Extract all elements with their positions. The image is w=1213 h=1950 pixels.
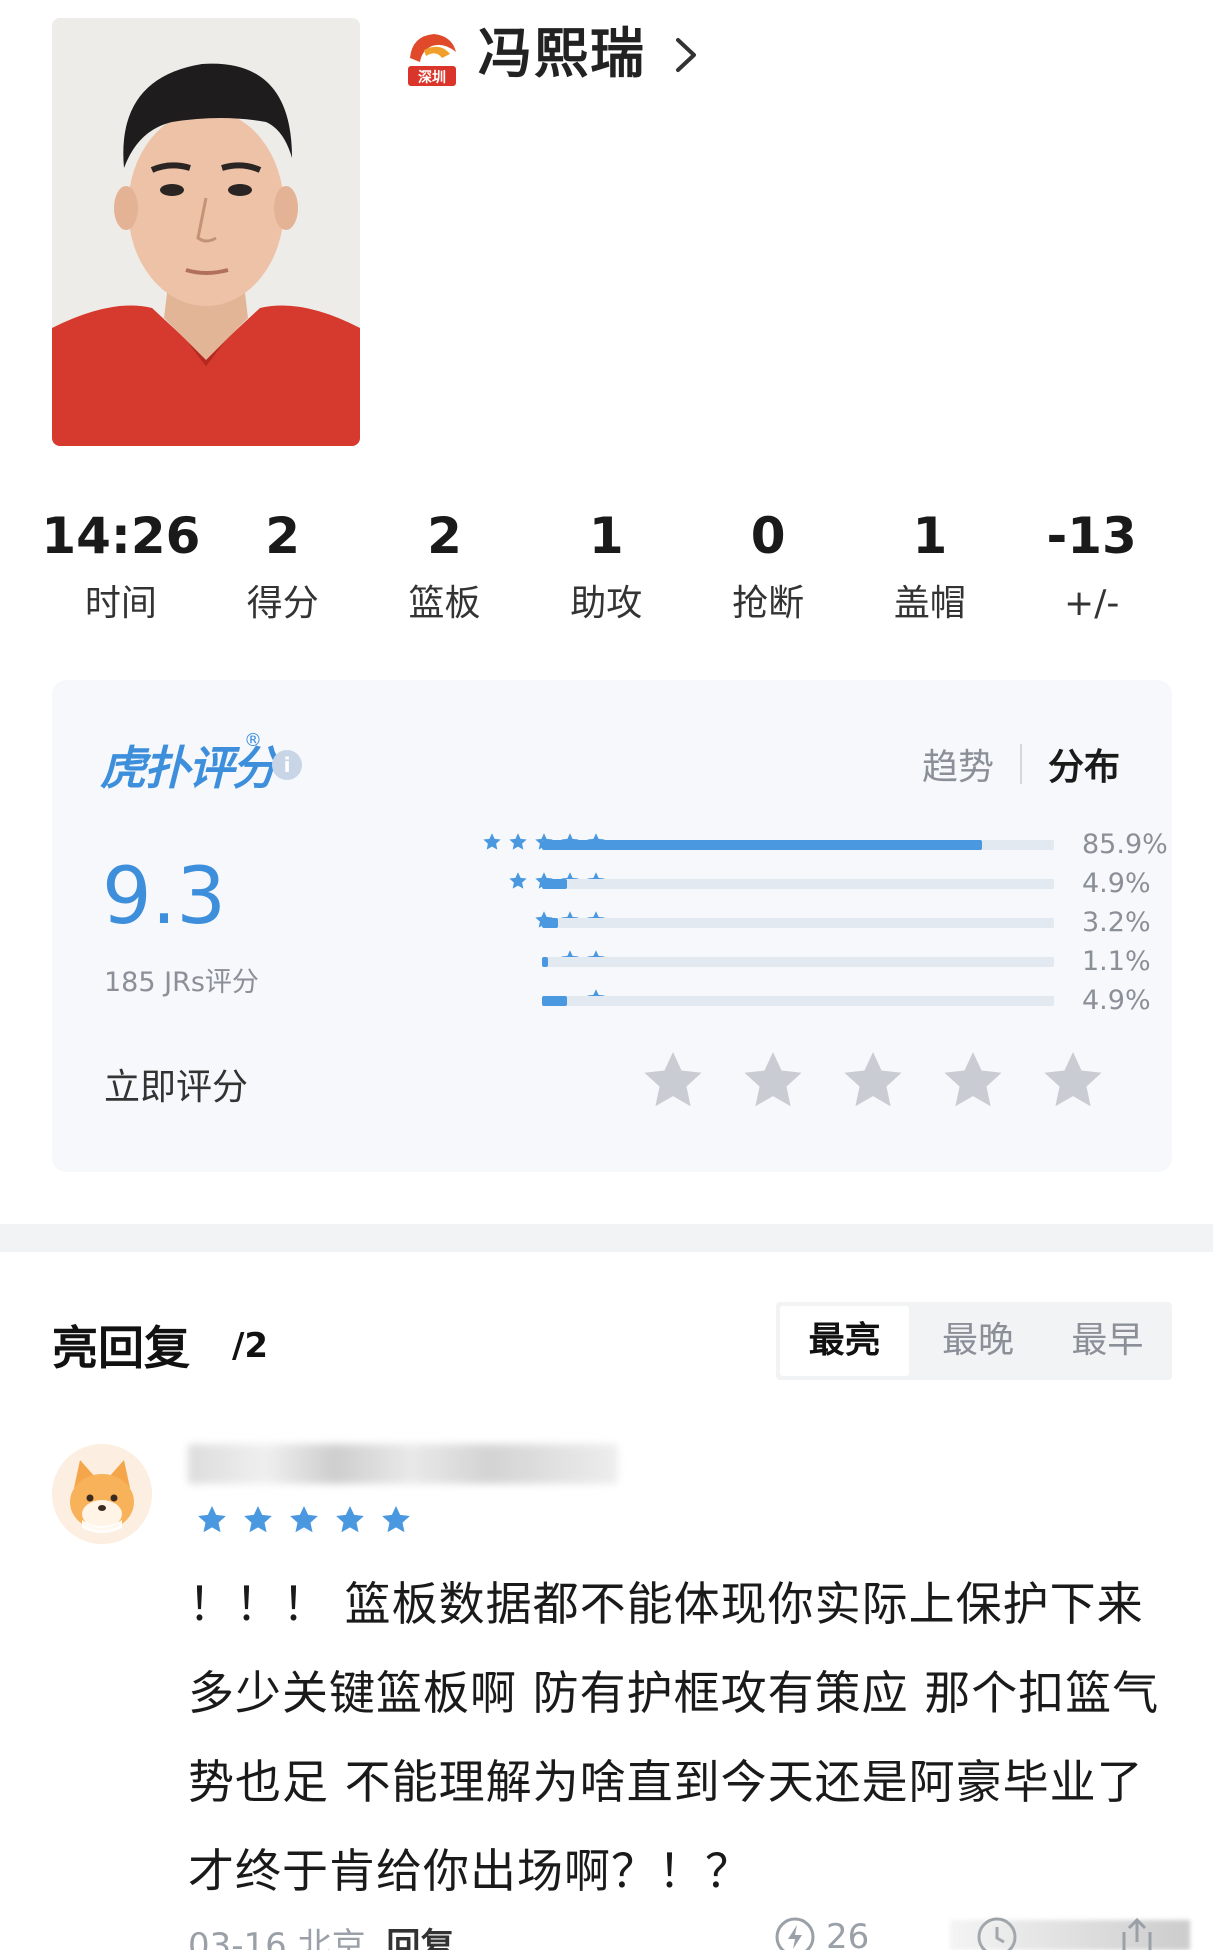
user-rating-stars bbox=[196, 1504, 412, 1536]
rating-distribution: 85.9% 4.9% 3.2% 1.1% 4.9% bbox=[342, 826, 1168, 1021]
player-photo bbox=[52, 18, 360, 446]
player-name[interactable]: 冯熙瑞 bbox=[478, 18, 646, 90]
star-icon bbox=[483, 833, 501, 850]
stat-assists: 1 助攻 bbox=[525, 500, 687, 636]
info-icon[interactable]: i bbox=[272, 750, 302, 780]
comment-location: 北京 bbox=[297, 1926, 366, 1950]
distribution-row: 1.1% bbox=[342, 943, 1151, 982]
sort-tab-latest[interactable]: 最晚 bbox=[913, 1302, 1042, 1380]
comment-meta: 03-16 北京 回复 bbox=[188, 1918, 454, 1950]
stat-points: 2 得分 bbox=[202, 500, 364, 636]
distribution-bar-track bbox=[542, 840, 1054, 850]
distribution-row: 4.9% bbox=[342, 865, 1151, 904]
username-redacted[interactable] bbox=[188, 1444, 618, 1484]
rate-star-icon[interactable] bbox=[740, 1048, 806, 1114]
replies-count: /2 bbox=[232, 1326, 269, 1366]
stat-value: 1 bbox=[588, 507, 624, 565]
rate-star-icon[interactable] bbox=[940, 1048, 1006, 1114]
distribution-bar-track bbox=[542, 996, 1054, 1006]
chevron-right-icon[interactable] bbox=[668, 30, 704, 80]
sort-tabs: 最亮 最晚 最早 bbox=[776, 1302, 1172, 1380]
distribution-bar bbox=[542, 957, 548, 967]
stat-value: 0 bbox=[750, 507, 786, 565]
distribution-bar-track bbox=[542, 879, 1054, 889]
distribution-row: 85.9% bbox=[342, 826, 1168, 865]
stat-label: 得分 bbox=[246, 583, 319, 624]
section-divider bbox=[0, 1224, 1213, 1252]
stat-label: 助攻 bbox=[570, 583, 643, 624]
rating-view-toggle: 趋势 分布 bbox=[922, 738, 1120, 790]
stat-blocks: 1 盖帽 bbox=[849, 500, 1011, 636]
star-icon bbox=[509, 872, 527, 889]
avatar[interactable] bbox=[52, 1444, 152, 1544]
stat-value: -13 bbox=[1046, 507, 1137, 565]
replies-title: 亮回复 bbox=[52, 1321, 190, 1375]
stat-steals: 0 抢断 bbox=[687, 500, 849, 636]
tab-divider bbox=[1019, 744, 1022, 784]
star-icon bbox=[198, 1506, 226, 1533]
stat-rebounds: 2 篮板 bbox=[364, 500, 526, 636]
distribution-bar bbox=[542, 879, 568, 889]
star-icon bbox=[509, 833, 527, 850]
tab-trend[interactable]: 趋势 bbox=[922, 738, 994, 790]
stat-value: 2 bbox=[427, 507, 462, 565]
distribution-bar bbox=[542, 918, 559, 928]
star-icon bbox=[290, 1506, 318, 1533]
stat-label: 时间 bbox=[84, 583, 157, 624]
average-score: 9.3 bbox=[102, 852, 227, 942]
distribution-percent: 4.9% bbox=[1082, 868, 1151, 899]
distribution-bar bbox=[542, 840, 982, 850]
stat-plus-minus: -13 +/- bbox=[1011, 500, 1173, 636]
distribution-row: 4.9% bbox=[342, 982, 1151, 1021]
share-icon[interactable] bbox=[1116, 1916, 1158, 1950]
rate-star-icon[interactable] bbox=[840, 1048, 906, 1114]
stat-label: 盖帽 bbox=[893, 583, 966, 624]
team-logo-text: 深圳 bbox=[418, 69, 446, 86]
stat-label: 抢断 bbox=[732, 583, 805, 624]
light-button[interactable]: 26 bbox=[774, 1916, 869, 1950]
distribution-bar-track bbox=[542, 957, 1054, 967]
light-icon bbox=[775, 1917, 815, 1950]
rate-stars bbox=[640, 1048, 1106, 1114]
stat-label: 篮板 bbox=[408, 583, 481, 624]
distribution-row: 3.2% bbox=[342, 904, 1151, 943]
distribution-bar bbox=[542, 996, 568, 1006]
rating-count: 185 JRs评分 bbox=[104, 967, 259, 998]
rate-star-icon[interactable] bbox=[640, 1048, 706, 1114]
reply-button[interactable]: 回复 bbox=[386, 1926, 454, 1950]
stat-value: 2 bbox=[265, 507, 301, 565]
rate-star-icon[interactable] bbox=[1040, 1048, 1106, 1114]
distribution-percent: 1.1% bbox=[1082, 946, 1151, 977]
team-logo-icon: 深圳 bbox=[408, 34, 456, 86]
stats-row: 14:26 时间 2 得分 2 篮板 1 助攻 0 抢断 1 盖帽 -13 +/… bbox=[40, 500, 1173, 636]
comment-text: ！！！ 篮板数据都不能体现你实际上保护下来多少关键篮板啊 防有护框攻有策应 那个… bbox=[188, 1577, 1160, 1898]
rate-now-label: 立即评分 bbox=[104, 1067, 249, 1108]
light-count: 26 bbox=[826, 1917, 870, 1950]
distribution-percent: 4.9% bbox=[1082, 985, 1151, 1016]
distribution-bar-track bbox=[542, 918, 1054, 928]
registered-mark: ® bbox=[244, 730, 262, 751]
stat-label: +/- bbox=[1064, 583, 1120, 624]
rating-card: 虎扑评分 ® i 趋势 分布 9.3 185 JRs评分 85.9% 4.9% 3.… bbox=[52, 680, 1172, 1172]
star-icon bbox=[382, 1506, 410, 1533]
distribution-percent: 85.9% bbox=[1082, 829, 1168, 860]
stat-value: 14:26 bbox=[41, 507, 201, 565]
star-icon bbox=[336, 1506, 364, 1533]
sort-tab-brightest[interactable]: 最亮 bbox=[780, 1306, 910, 1376]
stat-minutes: 14:26 时间 bbox=[40, 500, 202, 636]
sort-tab-earliest[interactable]: 最早 bbox=[1043, 1302, 1172, 1380]
comment-date: 03-16 bbox=[188, 1926, 287, 1950]
stat-value: 1 bbox=[912, 507, 948, 565]
tab-distribution[interactable]: 分布 bbox=[1048, 738, 1120, 790]
star-icon bbox=[244, 1506, 272, 1533]
distribution-percent: 3.2% bbox=[1082, 907, 1151, 938]
